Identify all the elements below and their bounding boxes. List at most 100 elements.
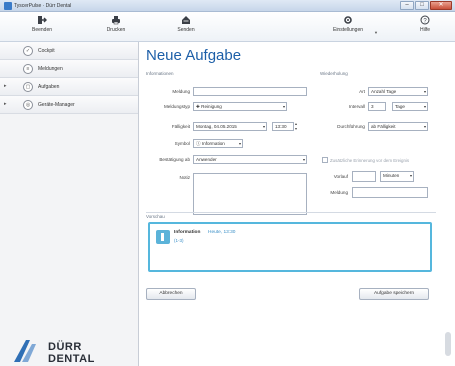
sidebar-item-aufgaben[interactable]: ▸ ▢ Aufgaben xyxy=(0,78,138,96)
printer-icon xyxy=(112,16,120,25)
intervall-label: Intervall xyxy=(348,104,365,109)
toolbar: Beenden Drucken Senden Einstellungen ▼ ?… xyxy=(0,12,455,42)
save-task-button[interactable]: Aufgabe speichern xyxy=(359,288,429,300)
faelligkeit-time-value: 13:30 xyxy=(275,124,287,129)
senden-button[interactable]: Senden xyxy=(166,15,206,33)
page-title: Neue Aufgabe xyxy=(146,47,242,64)
beenden-label: Beenden xyxy=(31,27,53,33)
symbol-value: ⓘ Information xyxy=(196,141,225,146)
logo-line-2: DENTAL xyxy=(48,353,95,365)
time-spinner[interactable]: ▴ ▾ xyxy=(295,121,297,131)
bestaetigung-label: Bestätigung ab xyxy=(159,157,190,162)
faelligkeit-time-input[interactable]: 13:30 xyxy=(272,122,294,131)
beenden-button[interactable]: Beenden xyxy=(22,15,62,33)
logo-line-1: DÜRR xyxy=(48,341,82,353)
chevron-down-icon: ▾ xyxy=(423,89,426,94)
durchfuehrung-value: ab Fälligkeit xyxy=(371,124,396,129)
rep-meldung-label: Meldung xyxy=(330,190,348,195)
intervall-input[interactable]: 3 xyxy=(368,102,386,111)
chevron-down-icon: ▼ xyxy=(374,30,378,35)
scrollbar-thumb[interactable] xyxy=(445,332,451,356)
preview-time: Heute, 13:30 xyxy=(208,230,236,235)
message-icon: ≡ xyxy=(23,64,33,74)
sidebar-item-label: Aufgaben xyxy=(38,84,60,90)
meldung-input[interactable] xyxy=(193,87,307,96)
preview-detail: (1-3) xyxy=(174,238,184,243)
sidebar-item-meldungen[interactable]: ≡ Meldungen xyxy=(0,60,138,78)
meldung-label: Meldung xyxy=(172,89,190,94)
duerr-dental-logo: DÜRR DENTAL xyxy=(12,330,112,366)
meldungstyp-select[interactable]: ✚ Reinigung ▾ xyxy=(193,102,287,111)
chevron-down-icon: ▾ xyxy=(262,124,265,129)
faelligkeit-date-picker[interactable]: Montag, 04.05.2015 ▾ xyxy=(193,122,267,131)
faelligkeit-label: Fälligkeit xyxy=(171,124,190,129)
chevron-down-icon: ▾ xyxy=(423,104,426,109)
senden-label: Senden xyxy=(177,27,195,33)
exit-icon xyxy=(38,16,47,24)
main-panel: Neue Aufgabe Informationen Wiederholung … xyxy=(140,42,455,366)
sidebar-item-label: Cockpit xyxy=(38,48,55,54)
meldungstyp-label: Meldungstyp xyxy=(163,104,190,109)
chevron-down-icon: ▾ xyxy=(238,141,241,146)
bestaetigung-value: Anwender xyxy=(196,157,217,162)
art-value: Anzahl Tage xyxy=(371,89,397,94)
meldungstyp-value: ✚ Reinigung xyxy=(196,104,222,109)
einstellungen-button[interactable]: Einstellungen ▼ xyxy=(324,15,378,35)
vorlauf-unit-select[interactable]: Minuten ▾ xyxy=(380,171,414,182)
chevron-right-icon[interactable]: ▸ xyxy=(4,101,7,107)
section-vorschau: Vorschau xyxy=(146,214,165,219)
durchfuehrung-label: Durchführung xyxy=(337,124,365,129)
sidebar-item-label: Geräte-Manager xyxy=(38,102,75,108)
cancel-button[interactable]: Abbrechen xyxy=(146,288,196,300)
section-divider xyxy=(146,212,436,213)
intervall-unit-select[interactable]: Tage ▾ xyxy=(392,102,428,111)
intervall-value: 3 xyxy=(371,104,374,109)
preview-title: Information xyxy=(174,230,201,235)
vorlauf-input[interactable] xyxy=(352,171,376,182)
minimize-button[interactable]: – xyxy=(400,1,414,10)
send-icon xyxy=(182,16,190,24)
help-icon: ? xyxy=(420,15,430,25)
symbol-select[interactable]: ⓘ Information ▾ xyxy=(193,139,243,148)
chevron-down-icon: ▾ xyxy=(423,124,426,129)
window-controls: – □ ✕ xyxy=(400,1,452,10)
symbol-label: Symbol xyxy=(174,141,190,146)
section-informationen: Informationen xyxy=(146,71,174,76)
art-select[interactable]: Anzahl Tage ▾ xyxy=(368,87,428,96)
einstellungen-label: Einstellungen xyxy=(332,27,364,33)
vorlauf-label: Vorlauf xyxy=(333,174,348,179)
rep-meldung-input[interactable] xyxy=(352,187,428,198)
chevron-down-icon: ▾ xyxy=(302,157,305,162)
app-icon xyxy=(4,2,12,10)
sidebar-item-cockpit[interactable]: ✓ Cockpit xyxy=(0,42,138,60)
drucken-label: Drucken xyxy=(106,27,126,33)
title-bar: TyscerPulse · Dürr Dental – □ ✕ xyxy=(0,0,455,12)
maximize-button[interactable]: □ xyxy=(415,1,429,10)
hilfe-label: Hilfe xyxy=(419,27,430,33)
notiz-textarea[interactable] xyxy=(193,173,307,215)
sidebar-item-geraete-manager[interactable]: ▸ ◎ Geräte-Manager xyxy=(0,96,138,114)
logo-mark-icon xyxy=(14,340,36,362)
device-icon: ◎ xyxy=(23,100,33,110)
reminder-checkbox[interactable] xyxy=(322,157,328,163)
sidebar: ✓ Cockpit ≡ Meldungen ▸ ▢ Aufgaben ▸ ◎ G… xyxy=(0,42,139,366)
task-icon: ▢ xyxy=(23,82,33,92)
info-icon xyxy=(156,230,170,244)
reminder-label: Zusätzliche Erinnerung vor dem Ereignis xyxy=(330,158,410,163)
preview-card: Information Heute, 13:30 (1-3) xyxy=(148,222,432,272)
chevron-right-icon[interactable]: ▸ xyxy=(4,83,7,89)
check-icon: ✓ xyxy=(23,46,33,56)
vorlauf-unit-value: Minuten xyxy=(383,173,400,178)
chevron-down-icon: ▾ xyxy=(282,104,285,109)
drucken-button[interactable]: Drucken xyxy=(96,15,136,33)
faelligkeit-date-value: Montag, 04.05.2015 xyxy=(196,124,237,129)
bestaetigung-select[interactable]: Anwender ▾ xyxy=(193,155,307,164)
window-title: TyscerPulse · Dürr Dental xyxy=(14,3,72,9)
sidebar-item-label: Meldungen xyxy=(38,66,63,72)
close-button[interactable]: ✕ xyxy=(430,1,452,10)
intervall-unit-value: Tage xyxy=(395,104,405,109)
hilfe-button[interactable]: ? Hilfe xyxy=(405,15,445,33)
durchfuehrung-select[interactable]: ab Fälligkeit ▾ xyxy=(368,122,428,131)
section-wiederholung: Wiederholung xyxy=(320,71,348,76)
art-label: Art xyxy=(359,89,365,94)
